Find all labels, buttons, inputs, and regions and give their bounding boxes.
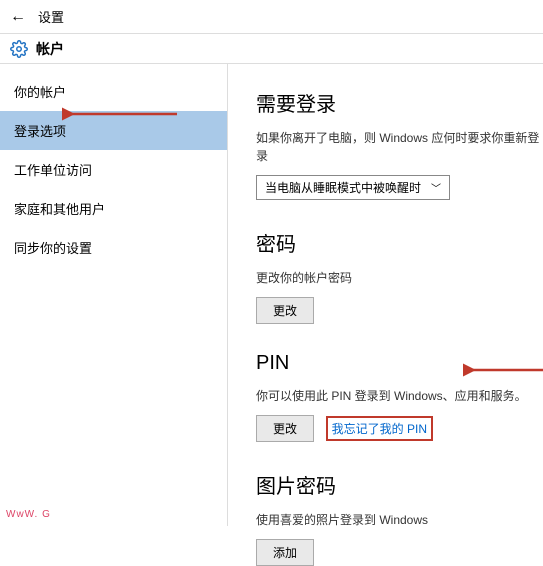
password-desc: 更改你的帐户密码 xyxy=(256,269,543,287)
password-title: 密码 xyxy=(256,228,543,257)
sidebar-item-sync-settings[interactable]: 同步你的设置 xyxy=(0,228,227,267)
picture-password-add-button[interactable]: 添加 xyxy=(256,539,314,566)
chevron-down-icon: ﹀ xyxy=(431,180,441,195)
section-picture-password: 图片密码 使用喜爱的照片登录到 Windows 添加 xyxy=(256,470,543,566)
watermark: WwW. G xyxy=(6,509,51,520)
pin-forgot-link[interactable]: 我忘记了我的 PIN xyxy=(326,416,433,441)
pin-change-button[interactable]: 更改 xyxy=(256,415,314,442)
require-signin-title: 需要登录 xyxy=(256,88,543,117)
header-title: 设置 xyxy=(38,7,64,26)
back-icon[interactable]: ← xyxy=(10,8,26,26)
window-header: ← 设置 xyxy=(0,0,543,34)
page-title: 帐户 xyxy=(36,39,64,59)
main-panel: 需要登录 如果你离开了电脑，则 Windows 应何时要求你重新登录 当电脑从睡… xyxy=(228,64,543,526)
page-subheader: 帐户 xyxy=(0,34,543,64)
require-signin-dropdown[interactable]: 当电脑从睡眠模式中被唤醒时 ﹀ xyxy=(256,175,450,200)
dropdown-value: 当电脑从睡眠模式中被唤醒时 xyxy=(265,179,421,196)
section-password: 密码 更改你的帐户密码 更改 xyxy=(256,228,543,324)
sidebar-item-family-users[interactable]: 家庭和其他用户 xyxy=(0,189,227,228)
password-change-button[interactable]: 更改 xyxy=(256,297,314,324)
gear-icon xyxy=(10,40,28,58)
picture-password-desc: 使用喜爱的照片登录到 Windows xyxy=(256,511,543,529)
sidebar: 你的帐户 登录选项 工作单位访问 家庭和其他用户 同步你的设置 xyxy=(0,64,228,526)
require-signin-desc: 如果你离开了电脑，则 Windows 应何时要求你重新登录 xyxy=(256,129,543,165)
pin-title: PIN xyxy=(256,352,543,375)
sidebar-item-your-account[interactable]: 你的帐户 xyxy=(0,72,227,111)
sidebar-item-work-access[interactable]: 工作单位访问 xyxy=(0,150,227,189)
section-pin: PIN 你可以使用此 PIN 登录到 Windows、应用和服务。 更改 我忘记… xyxy=(256,352,543,442)
section-require-signin: 需要登录 如果你离开了电脑，则 Windows 应何时要求你重新登录 当电脑从睡… xyxy=(256,88,543,200)
sidebar-item-signin-options[interactable]: 登录选项 xyxy=(0,111,227,150)
pin-desc: 你可以使用此 PIN 登录到 Windows、应用和服务。 xyxy=(256,387,543,405)
picture-password-title: 图片密码 xyxy=(256,470,543,499)
